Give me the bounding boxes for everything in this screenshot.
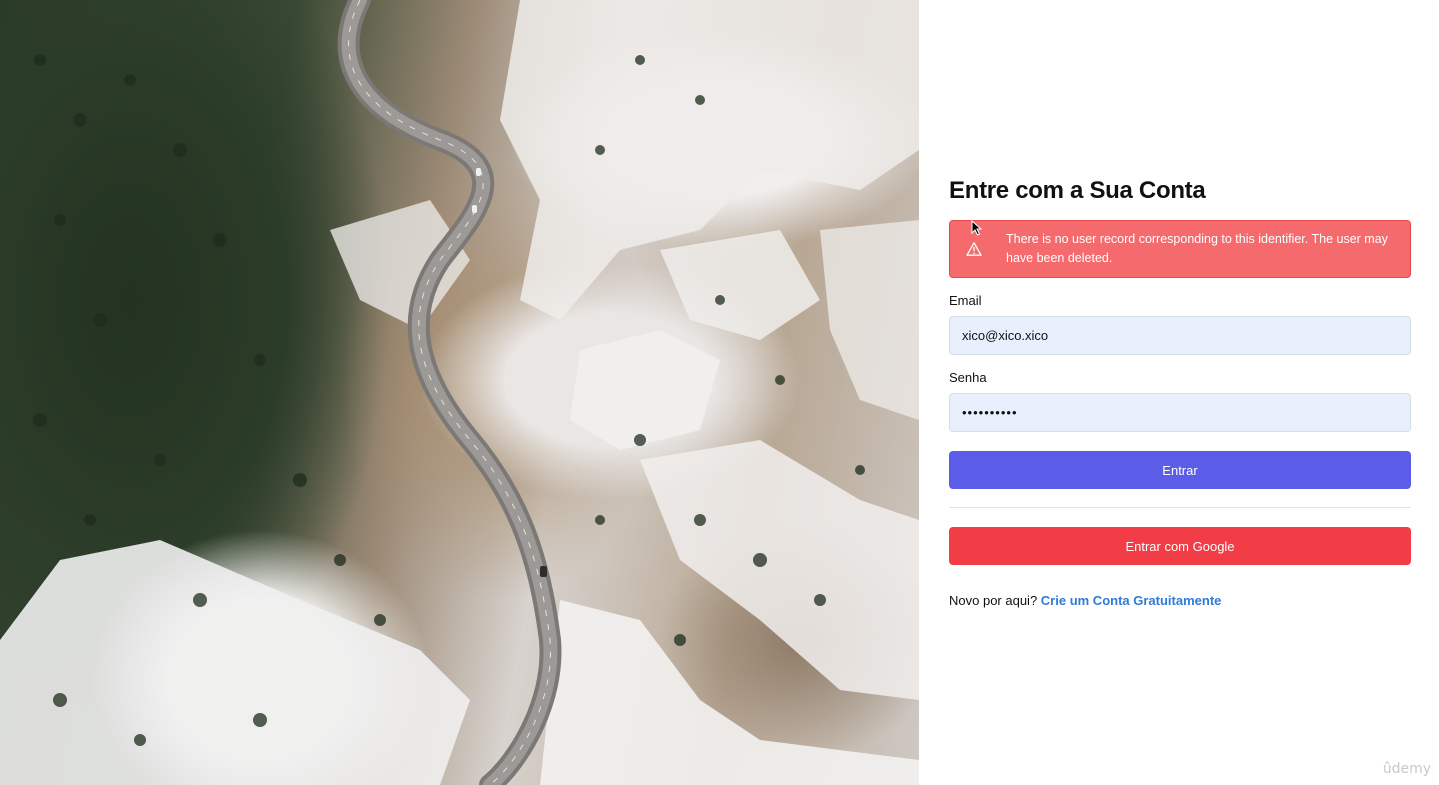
submit-button[interactable]: Entrar (949, 451, 1411, 489)
error-message: There is no user record corresponding to… (1006, 232, 1388, 265)
mouse-cursor-icon (971, 220, 983, 236)
email-input[interactable]: xico@xico.xico (949, 316, 1411, 355)
signup-link[interactable]: Crie um Conta Gratuitamente (1041, 593, 1222, 608)
email-label: Email (949, 293, 982, 308)
password-input[interactable]: •••••••••• (949, 393, 1411, 432)
page-title: Entre com a Sua Conta (949, 177, 1206, 204)
warning-icon (966, 242, 982, 256)
watermark-logo: ûdemy (1382, 761, 1431, 777)
error-alert: There is no user record corresponding to… (949, 220, 1411, 278)
hero-image (0, 0, 919, 785)
google-login-button[interactable]: Entrar com Google (949, 527, 1411, 565)
signup-prompt: Novo por aqui? Crie um Conta Gratuitamen… (949, 593, 1221, 608)
divider (949, 507, 1411, 508)
login-panel: Entre com a Sua Conta There is no user r… (949, 0, 1411, 785)
landscape-illustration (0, 0, 919, 785)
password-label: Senha (949, 370, 987, 385)
signup-prompt-text: Novo por aqui? (949, 593, 1038, 608)
